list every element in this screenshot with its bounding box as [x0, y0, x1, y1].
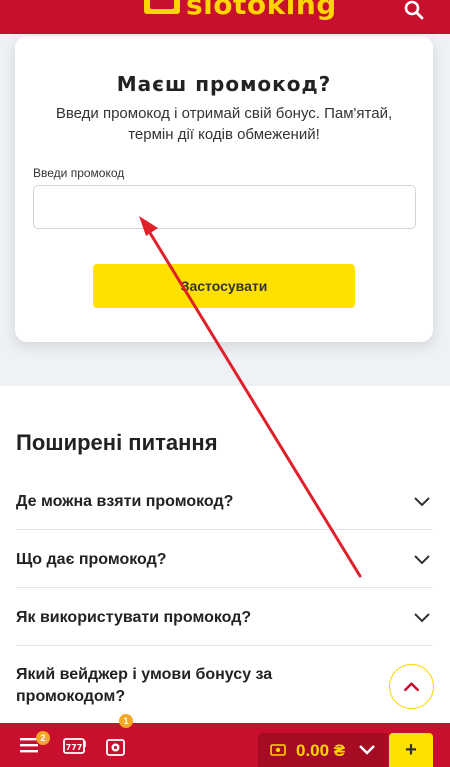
faq-item[interactable]: Який вейджер і умови бонусу за промокодо… [16, 646, 433, 726]
balance-display[interactable]: 0.00 ₴ [258, 733, 388, 767]
faq-item[interactable]: Де можна взяти промокод? [16, 472, 433, 530]
chevron-down-icon [414, 555, 430, 565]
promo-title: Маєш промокод? [116, 72, 332, 96]
faq-list: Де можна взяти промокод? Що дає промокод… [16, 472, 433, 726]
slotoking-logo[interactable]: slotoking [142, 0, 337, 20]
search-icon[interactable] [402, 0, 428, 26]
faq-title: Поширені питання [16, 430, 218, 455]
gift-badge: 1 [119, 714, 133, 728]
promo-code-input[interactable] [33, 185, 416, 229]
cash-icon [270, 744, 286, 756]
promo-card: Маєш промокод? Введи промокод і отримай … [15, 36, 433, 342]
logo-text: slotoking [186, 0, 337, 21]
deposit-plus-button[interactable]: + [389, 733, 433, 767]
promo-input-label: Введи промокод [33, 166, 125, 180]
faq-question: Що дає промокод? [16, 551, 167, 568]
apply-button[interactable]: Застосувати [93, 264, 355, 308]
faq-question: Як використувати промокод? [16, 609, 252, 626]
faq-question: Який вейджер і умови бонусу за промокодо… [16, 666, 273, 705]
crown-icon [142, 0, 182, 20]
chevron-down-icon [414, 497, 430, 507]
chevron-down-icon [359, 745, 375, 755]
balance-amount: 0.00 ₴ [296, 741, 346, 760]
faq-question: Де можна взяти промокод? [16, 493, 234, 510]
promo-section: Маєш промокод? Введи промокод і отримай … [0, 34, 450, 386]
scroll-to-top-button[interactable] [389, 664, 434, 709]
svg-text:777: 777 [66, 743, 83, 752]
slot-777-icon[interactable]: 777 [62, 733, 88, 757]
bottom-bar: 2 777 1 0.00 ₴ + [0, 714, 450, 767]
top-header: slotoking [0, 0, 450, 34]
chevron-down-icon [414, 613, 430, 623]
promo-description: Введи промокод і отримай свій бонус. Пам… [55, 105, 393, 143]
faq-item[interactable]: Як використувати промокод? [16, 588, 433, 646]
gift-box-icon[interactable] [104, 733, 128, 757]
faq-item[interactable]: Що дає промокод? [16, 530, 433, 588]
menu-badge: 2 [36, 731, 50, 745]
